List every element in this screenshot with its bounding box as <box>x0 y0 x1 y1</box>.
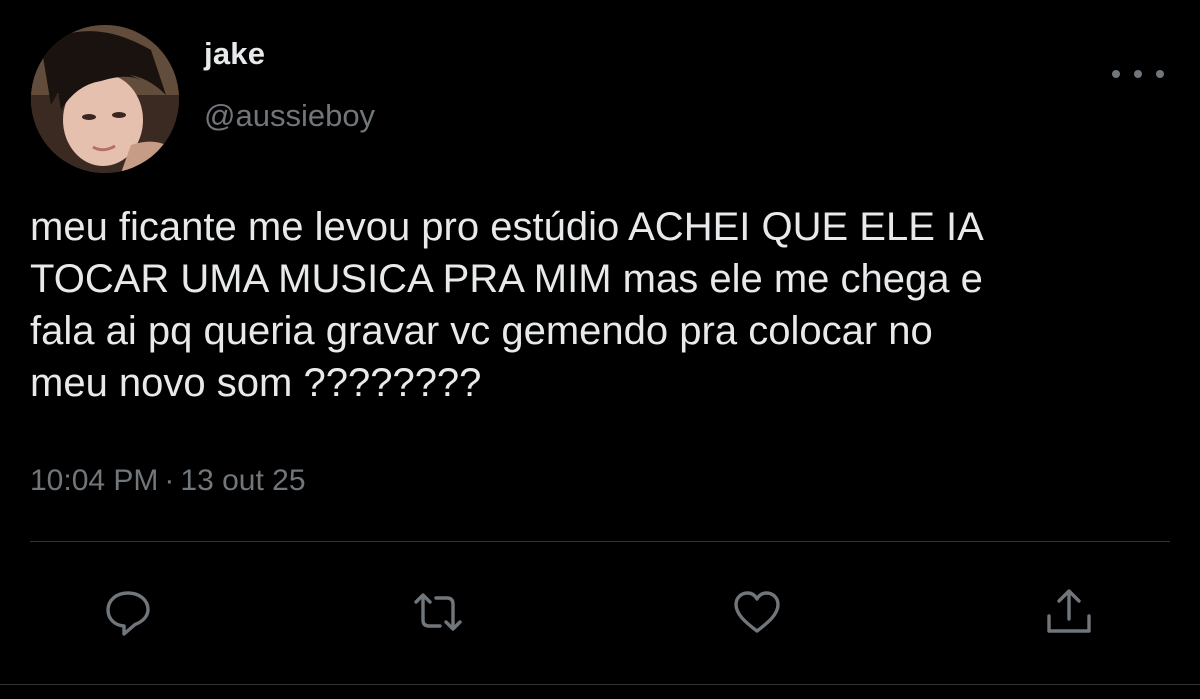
tweet-time: 10:04 PM <box>30 464 159 497</box>
meta-separator: · <box>164 464 175 497</box>
reply-button[interactable] <box>102 586 154 638</box>
more-dots-icon <box>1156 70 1164 78</box>
user-handle[interactable]: @aussieboy <box>204 98 375 134</box>
display-name[interactable]: jake <box>204 36 265 72</box>
more-dots-icon <box>1112 70 1120 78</box>
more-dots-icon <box>1134 70 1142 78</box>
divider <box>0 684 1200 685</box>
tweet-text: meu ficante me levou pro estúdio ACHEI Q… <box>30 205 984 405</box>
avatar[interactable] <box>31 25 179 173</box>
avatar-photo <box>31 25 179 173</box>
like-button[interactable] <box>731 586 783 638</box>
retweet-button[interactable] <box>412 586 464 638</box>
divider <box>30 541 1170 542</box>
heart-icon <box>734 591 780 633</box>
tweet-date: 13 out 25 <box>180 464 306 497</box>
share-button[interactable] <box>1043 586 1095 638</box>
reply-icon <box>106 591 150 636</box>
tweet-card: jake @aussieboy meu ficante me levou pro… <box>0 0 1200 699</box>
more-options-button[interactable] <box>1112 60 1164 88</box>
retweet-icon <box>414 593 462 631</box>
tweet-timestamp[interactable]: 10:04 PM · 13 out 25 <box>30 464 306 498</box>
share-icon <box>1047 589 1091 633</box>
